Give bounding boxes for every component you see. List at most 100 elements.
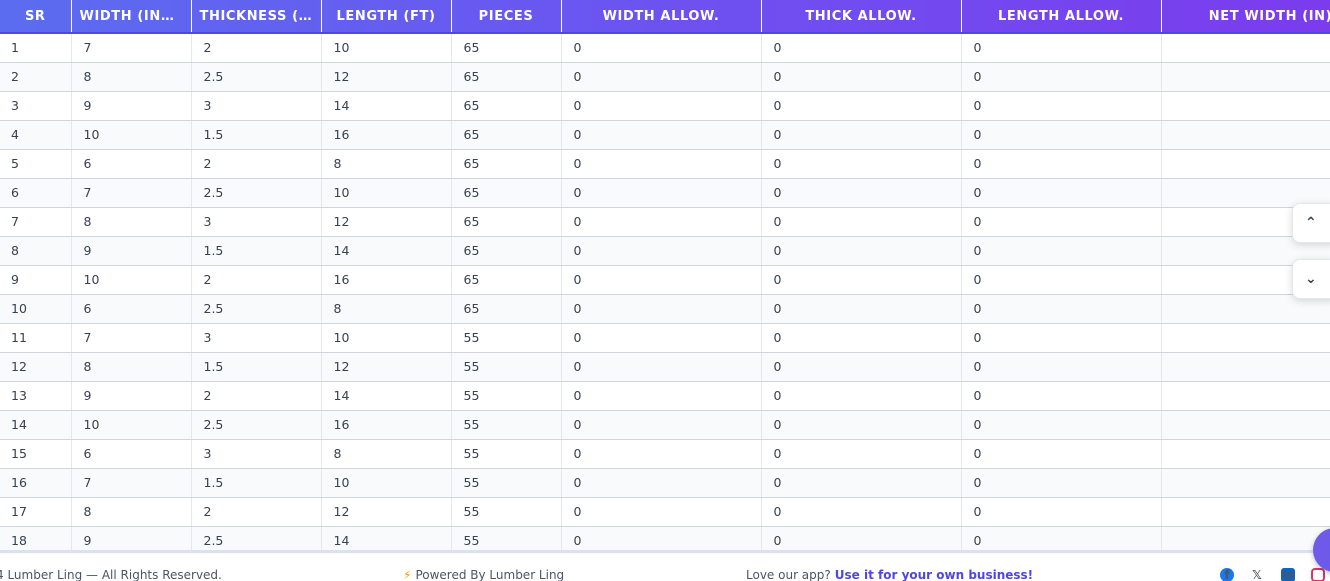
table-cell[interactable]: 2.5: [191, 294, 322, 324]
table-cell[interactable]: 55: [451, 410, 562, 440]
table-cell[interactable]: 2.5: [191, 526, 322, 550]
table-cell[interactable]: 2: [0, 62, 72, 92]
table-cell[interactable]: 10: [321, 33, 452, 63]
table-cell[interactable]: 0: [961, 381, 1162, 411]
table-row[interactable]: 5 6 2 8 65 0 0 0: [0, 149, 1330, 179]
instagram-icon[interactable]: [1311, 568, 1325, 581]
table-cell[interactable]: 8: [321, 149, 452, 179]
table-cell[interactable]: 65: [451, 62, 562, 92]
table-row[interactable]: 9 10 2 16 65 0 0 0: [0, 265, 1330, 295]
table-cell[interactable]: 0: [761, 323, 962, 353]
table-cell[interactable]: [1161, 91, 1330, 121]
table-cell[interactable]: 14: [321, 236, 452, 266]
column-header[interactable]: LENGTH (FT): [321, 0, 452, 34]
table-cell[interactable]: 1.5: [191, 468, 322, 498]
table-cell[interactable]: 65: [451, 33, 562, 63]
table-cell[interactable]: 18: [0, 526, 72, 550]
table-cell[interactable]: 8: [71, 207, 192, 237]
table-cell[interactable]: 14: [321, 381, 452, 411]
table-cell[interactable]: 65: [451, 265, 562, 295]
table-cell[interactable]: 0: [761, 33, 962, 63]
table-row[interactable]: 10 6 2.5 8 65 0 0 0: [0, 294, 1330, 324]
table-cell[interactable]: 6: [71, 439, 192, 469]
table-cell[interactable]: 65: [451, 120, 562, 150]
table-row[interactable]: 1 7 2 10 65 0 0 0: [0, 33, 1330, 63]
table-row[interactable]: 17 8 2 12 55 0 0 0: [0, 497, 1330, 527]
table-cell[interactable]: 4: [0, 120, 72, 150]
table-cell[interactable]: 3: [0, 91, 72, 121]
table-cell[interactable]: 65: [451, 149, 562, 179]
table-cell[interactable]: 5: [0, 149, 72, 179]
table-cell[interactable]: 0: [961, 323, 1162, 353]
table-cell[interactable]: 10: [0, 294, 72, 324]
column-header[interactable]: THICKNESS (I…: [191, 0, 322, 34]
table-cell[interactable]: 14: [321, 526, 452, 550]
table-cell[interactable]: 0: [561, 294, 762, 324]
table-cell[interactable]: [1161, 439, 1330, 469]
table-cell[interactable]: 55: [451, 497, 562, 527]
table-cell[interactable]: [1161, 323, 1330, 353]
table-row[interactable]: 13 9 2 14 55 0 0 0: [0, 381, 1330, 411]
scroll-up-button[interactable]: ⌃: [1292, 203, 1330, 243]
table-cell[interactable]: [1161, 497, 1330, 527]
table-cell[interactable]: 6: [0, 178, 72, 208]
table-cell[interactable]: 0: [561, 91, 762, 121]
table-cell[interactable]: 0: [961, 468, 1162, 498]
table-cell[interactable]: 0: [561, 62, 762, 92]
table-cell[interactable]: 0: [961, 62, 1162, 92]
column-header[interactable]: THICK ALLOW.: [761, 0, 962, 34]
table-cell[interactable]: 16: [321, 120, 452, 150]
table-cell[interactable]: 10: [321, 323, 452, 353]
table-cell[interactable]: [1161, 381, 1330, 411]
table-cell[interactable]: 65: [451, 294, 562, 324]
table-cell[interactable]: 10: [71, 410, 192, 440]
table-cell[interactable]: 0: [761, 178, 962, 208]
table-cell[interactable]: 16: [321, 265, 452, 295]
table-cell[interactable]: 8: [71, 352, 192, 382]
table-cell[interactable]: 0: [761, 410, 962, 440]
table-cell[interactable]: [1161, 526, 1330, 550]
table-cell[interactable]: 15: [0, 439, 72, 469]
table-cell[interactable]: 2.5: [191, 178, 322, 208]
table-cell[interactable]: 0: [761, 207, 962, 237]
table-cell[interactable]: 0: [961, 207, 1162, 237]
table-cell[interactable]: [1161, 410, 1330, 440]
table-cell[interactable]: 9: [0, 265, 72, 295]
table-cell[interactable]: 2.5: [191, 410, 322, 440]
table-cell[interactable]: 6: [71, 149, 192, 179]
table-cell[interactable]: 0: [761, 120, 962, 150]
table-cell[interactable]: 0: [561, 497, 762, 527]
table-cell[interactable]: [1161, 120, 1330, 150]
column-header[interactable]: SR: [0, 0, 72, 34]
table-row[interactable]: 15 6 3 8 55 0 0 0: [0, 439, 1330, 469]
table-cell[interactable]: 1.5: [191, 352, 322, 382]
table-cell[interactable]: 12: [321, 497, 452, 527]
table-cell[interactable]: 0: [761, 468, 962, 498]
table-cell[interactable]: 12: [321, 207, 452, 237]
table-cell[interactable]: 65: [451, 91, 562, 121]
table-cell[interactable]: 12: [0, 352, 72, 382]
table-cell[interactable]: 9: [71, 526, 192, 550]
table-cell[interactable]: 9: [71, 236, 192, 266]
table-cell[interactable]: 0: [561, 207, 762, 237]
table-cell[interactable]: 0: [961, 497, 1162, 527]
column-header[interactable]: PIECES: [451, 0, 562, 34]
table-cell[interactable]: 0: [561, 526, 762, 550]
table-cell[interactable]: 0: [561, 178, 762, 208]
table-cell[interactable]: 0: [561, 33, 762, 63]
table-cell[interactable]: 12: [321, 62, 452, 92]
table-cell[interactable]: 0: [761, 526, 962, 550]
table-cell[interactable]: 0: [961, 294, 1162, 324]
table-cell[interactable]: 0: [961, 526, 1162, 550]
table-cell[interactable]: 0: [961, 120, 1162, 150]
table-row[interactable]: 2 8 2.5 12 65 0 0 0: [0, 62, 1330, 92]
table-cell[interactable]: 0: [961, 352, 1162, 382]
table-row[interactable]: 7 8 3 12 65 0 0 0: [0, 207, 1330, 237]
table-cell[interactable]: 0: [561, 352, 762, 382]
table-cell[interactable]: 6: [71, 294, 192, 324]
table-cell[interactable]: 2: [191, 149, 322, 179]
column-header[interactable]: WIDTH ALLOW.: [561, 0, 762, 34]
table-cell[interactable]: 65: [451, 178, 562, 208]
facebook-icon[interactable]: f: [1220, 568, 1234, 581]
table-cell[interactable]: 8: [71, 62, 192, 92]
